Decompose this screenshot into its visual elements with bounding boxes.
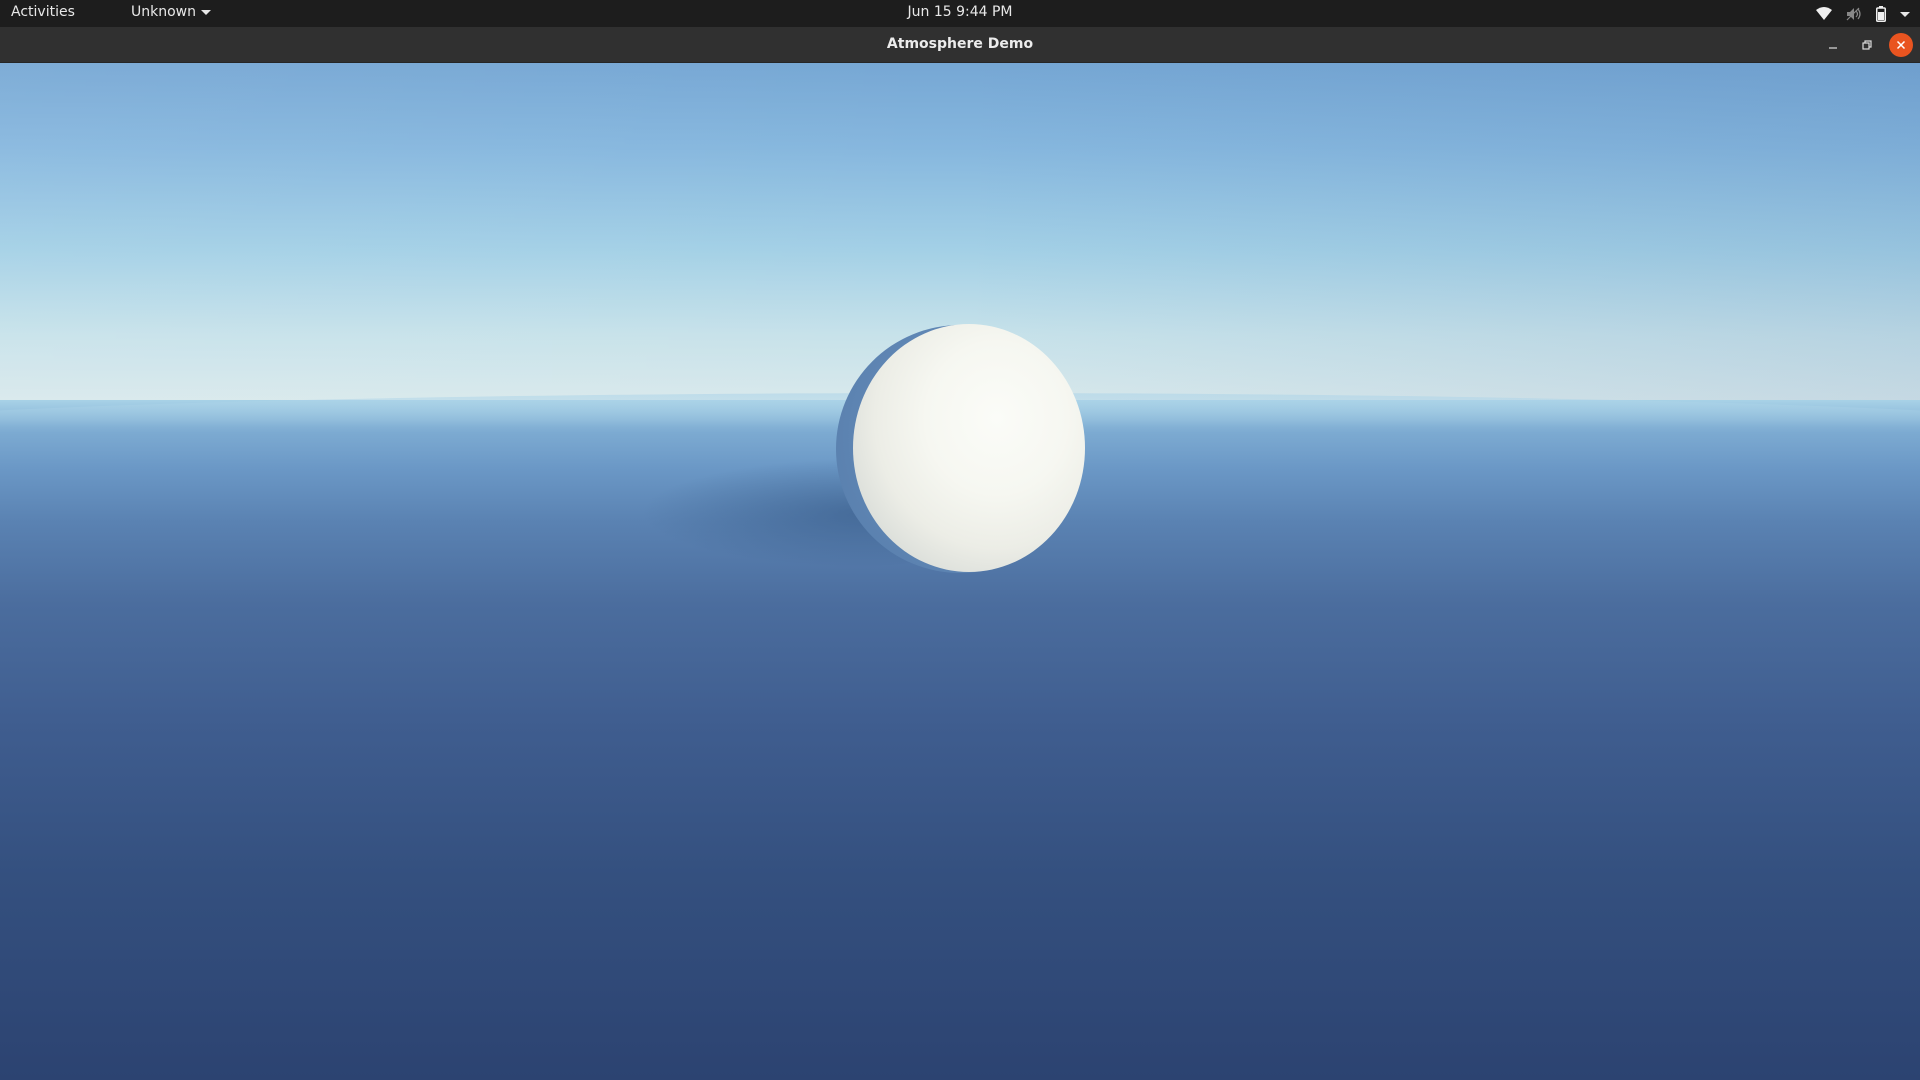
restore-icon <box>1862 40 1872 50</box>
battery-icon[interactable] <box>1876 5 1886 22</box>
chevron-down-icon <box>201 10 211 15</box>
app-menu-label: Unknown <box>131 4 196 20</box>
top-bar: Activities Unknown Jun 15 9:44 PM <box>0 0 1920 27</box>
close-icon <box>1896 40 1906 50</box>
restore-button[interactable] <box>1855 33 1879 57</box>
close-button[interactable] <box>1889 33 1913 57</box>
window-title: Atmosphere Demo <box>886 36 1034 52</box>
system-tray[interactable] <box>1816 4 1910 23</box>
app-menu-button[interactable]: Unknown <box>131 4 211 20</box>
wifi-icon[interactable] <box>1816 6 1832 21</box>
clock-button[interactable]: Jun 15 9:44 PM <box>908 4 1013 20</box>
activities-button[interactable]: Activities <box>11 4 75 20</box>
volume-muted-icon[interactable] <box>1846 7 1862 21</box>
render-viewport[interactable] <box>0 63 1920 1080</box>
minimize-button[interactable] <box>1821 33 1845 57</box>
sphere <box>853 324 1085 572</box>
minimize-icon <box>1829 47 1837 49</box>
system-menu-caret-icon[interactable] <box>1900 11 1910 17</box>
window-titlebar[interactable]: Atmosphere Demo <box>0 27 1920 63</box>
